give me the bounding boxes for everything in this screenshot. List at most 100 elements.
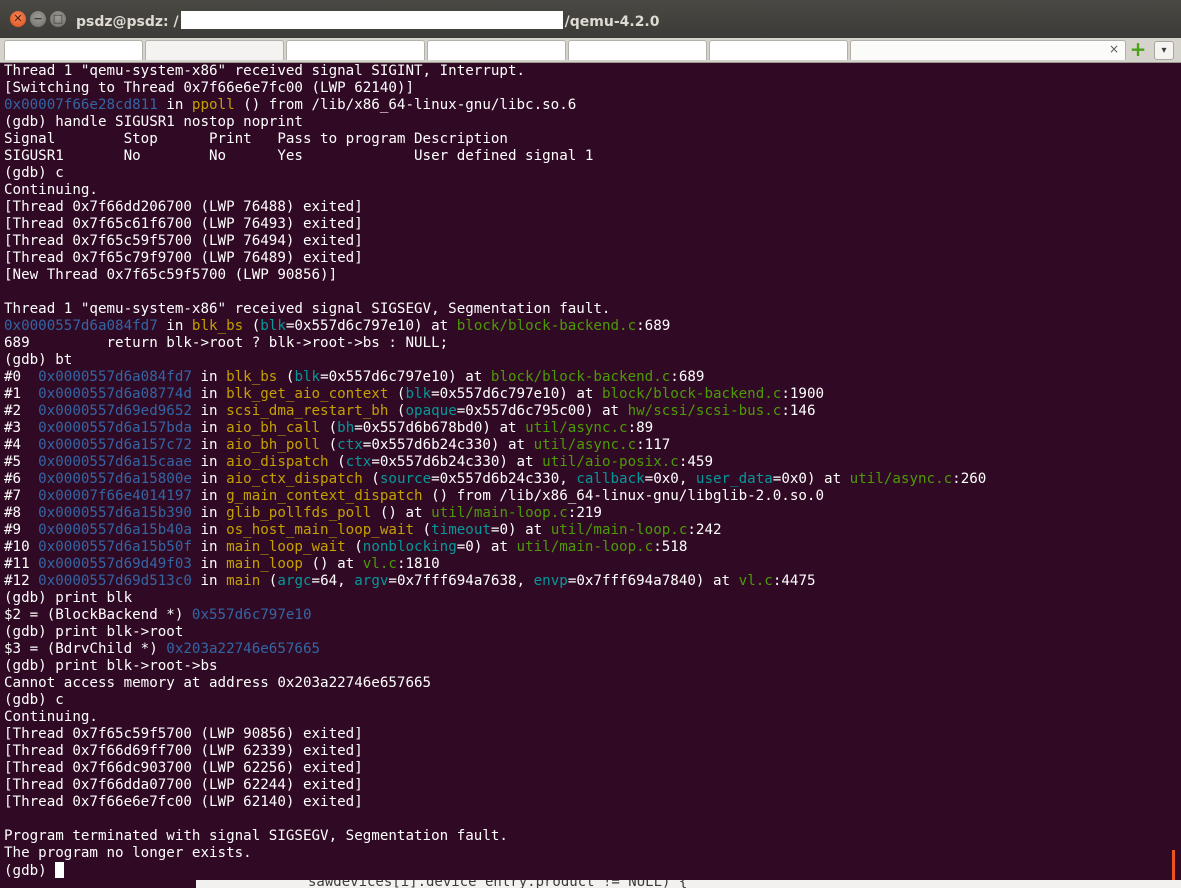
terminal-text-segment: main_loop_wait xyxy=(226,539,346,555)
terminal-text-segment: in xyxy=(191,471,227,487)
terminal-text-segment: Program terminated with signal SIGSEGV, … xyxy=(4,828,508,844)
terminal-line: [Thread 0x7f66e6e7fc00 (LWP 62140) exite… xyxy=(4,794,363,811)
terminal-text-segment: 0x0000557d6a157bda xyxy=(38,420,192,436)
terminal-tab-1[interactable] xyxy=(4,40,143,60)
terminal-text-segment: envp xyxy=(533,573,568,589)
terminal-output[interactable]: Thread 1 "qemu-system-x86" received sign… xyxy=(0,63,1181,888)
terminal-cursor xyxy=(55,862,65,878)
terminal-line: #10 0x0000557d6a15b50f in main_loop_wait… xyxy=(4,539,687,556)
terminal-tab-2[interactable] xyxy=(145,40,284,60)
terminal-text-segment: () at xyxy=(302,556,363,572)
terminal-line: 0x00007f66e28cd811 in ppoll () from /lib… xyxy=(4,97,576,114)
terminal-line: #4 0x0000557d6a157c72 in aio_bh_poll (ct… xyxy=(4,437,670,454)
terminal-text-segment: =0x7fff694a7840) at xyxy=(567,573,739,589)
terminal-line: #3 0x0000557d6a157bda in aio_bh_call (bh… xyxy=(4,420,653,437)
terminal-text-segment: vl.c xyxy=(362,556,397,572)
terminal-text-segment: (gdb) c xyxy=(4,692,64,708)
terminal-line: [Thread 0x7f66dd206700 (LWP 76488) exite… xyxy=(4,199,363,216)
terminal-text-segment: util/main-loop.c xyxy=(431,505,568,521)
terminal-tab-4[interactable] xyxy=(427,40,566,60)
terminal-line: #2 0x0000557d69ed9652 in scsi_dma_restar… xyxy=(4,403,816,420)
terminal-tab-active[interactable]: × xyxy=(850,40,1126,60)
terminal-text-segment: util/main-loop.c xyxy=(550,522,688,538)
terminal-text-segment: #6 xyxy=(4,471,39,487)
terminal-text-segment: :146 xyxy=(781,403,816,419)
terminal-line: Continuing. xyxy=(4,709,98,726)
terminal-text-segment: (gdb) xyxy=(4,863,56,879)
terminal-text-segment: g_main_context_dispatch xyxy=(226,488,423,504)
terminal-line: [Thread 0x7f65c59f5700 (LWP 76494) exite… xyxy=(4,233,363,250)
terminal-text-segment: =0x0) at xyxy=(772,471,850,487)
terminal-text-segment: () at xyxy=(371,505,432,521)
terminal-text-segment: (gdb) handle SIGUSR1 nostop noprint xyxy=(4,114,303,130)
terminal-text-segment: user_data xyxy=(695,471,773,487)
terminal-line: [Thread 0x7f66d69ff700 (LWP 62339) exite… xyxy=(4,743,363,760)
terminal-line: #7 0x00007f66e4014197 in g_main_context_… xyxy=(4,488,824,505)
terminal-text-segment: 0x0000557d6a084fd7 xyxy=(4,318,158,334)
terminal-text-segment: [Thread 0x7f65c79f9700 (LWP 76489) exite… xyxy=(4,250,363,266)
terminal-line: (gdb) xyxy=(4,862,65,879)
terminal-text-segment: in xyxy=(191,420,227,436)
terminal-text-segment: :219 xyxy=(567,505,602,521)
terminal-text-segment: ( xyxy=(320,420,338,436)
terminal-line: (gdb) print blk xyxy=(4,590,132,607)
terminal-text-segment: 0x0000557d6a15caae xyxy=(38,454,192,470)
terminal-text-segment: block/block-backend.c xyxy=(456,318,637,334)
tab-close-icon[interactable]: × xyxy=(1109,42,1119,56)
terminal-line: Thread 1 "qemu-system-x86" received sign… xyxy=(4,63,525,80)
terminal-text-segment: in xyxy=(157,318,192,334)
terminal-text-segment: blk xyxy=(405,386,432,402)
terminal-text-segment: os_host_main_loop_wait xyxy=(226,522,415,538)
terminal-text-segment: ( xyxy=(388,386,406,402)
terminal-text-segment: #7 xyxy=(4,488,39,504)
terminal-text-segment: Continuing. xyxy=(4,182,98,198)
terminal-text-segment: 0x0000557d6a15b50f xyxy=(38,539,192,555)
terminal-text-segment: Cannot access memory at address 0x203a22… xyxy=(4,675,432,691)
terminal-text-segment: aio_dispatch xyxy=(226,454,329,470)
terminal-text-segment: ( xyxy=(260,573,278,589)
terminal-text-segment: ( xyxy=(277,369,295,385)
tab-menu-chevron-down-icon[interactable]: ▾ xyxy=(1154,41,1174,60)
terminal-text-segment: util/async.c xyxy=(525,420,628,436)
terminal-text-segment: 0x0000557d6a15b40a xyxy=(38,522,192,538)
terminal-text-segment: blk_bs xyxy=(191,318,244,334)
terminal-text-segment: #9 xyxy=(4,522,39,538)
terminal-text-segment: ctx xyxy=(345,454,372,470)
terminal-tab-3[interactable] xyxy=(286,40,425,60)
minimize-window-icon[interactable]: − xyxy=(30,11,46,27)
terminal-line: #6 0x0000557d6a15800e in aio_ctx_dispatc… xyxy=(4,471,986,488)
terminal-text-segment: callback xyxy=(576,471,645,487)
title-bar[interactable]: ✕ − □ psdz@psdz: / /qemu-4.2.0 xyxy=(0,0,1181,38)
close-window-icon[interactable]: ✕ xyxy=(10,11,26,27)
terminal-tab-5[interactable] xyxy=(568,40,707,60)
background-editor-text: sawdevices[i].device_entry.product != NU… xyxy=(308,880,688,888)
terminal-line: #9 0x0000557d6a15b40a in os_host_main_lo… xyxy=(4,522,722,539)
terminal-text-segment: argv xyxy=(354,573,389,589)
new-tab-icon[interactable]: + xyxy=(1129,39,1147,59)
terminal-text-segment: ctx xyxy=(337,437,363,453)
terminal-text-segment: util/async.c xyxy=(849,471,953,487)
terminal-text-segment: ( xyxy=(345,539,363,555)
terminal-text-segment: 0x00007f66e28cd811 xyxy=(4,97,158,113)
terminal-text-segment: $2 = (BlockBackend *) xyxy=(4,607,192,623)
terminal-line: Thread 1 "qemu-system-x86" received sign… xyxy=(4,301,610,318)
terminal-text-segment: =0x0, xyxy=(644,471,696,487)
window-title: psdz@psdz: / /qemu-4.2.0 xyxy=(76,11,660,30)
terminal-line: #8 0x0000557d6a15b390 in glib_pollfds_po… xyxy=(4,505,602,522)
terminal-tab-6[interactable] xyxy=(709,40,848,60)
terminal-text-segment: in xyxy=(191,386,227,402)
terminal-line: [Switching to Thread 0x7f66e6e7fc00 (LWP… xyxy=(4,80,414,97)
terminal-text-segment: 0x00007f66e4014197 xyxy=(38,488,192,504)
terminal-text-segment: in xyxy=(157,97,192,113)
terminal-text-segment: [Thread 0x7f66e6e7fc00 (LWP 62140) exite… xyxy=(4,794,363,810)
terminal-text-segment: ( xyxy=(243,318,261,334)
terminal-text-segment: :89 xyxy=(627,420,654,436)
terminal-text-segment: :4475 xyxy=(772,573,816,589)
maximize-window-icon[interactable]: □ xyxy=(50,11,66,27)
terminal-text-segment: =0x7fff694a7638, xyxy=(388,573,534,589)
scroll-indicator[interactable] xyxy=(1172,850,1175,880)
terminal-line: [New Thread 0x7f65c59f5700 (LWP 90856)] xyxy=(4,267,337,284)
terminal-text-segment: () from /lib/x86_64-linux-gnu/libc.so.6 xyxy=(234,97,577,113)
terminal-text-segment: in xyxy=(191,369,227,385)
terminal-text-segment: 0x0000557d69d513c0 xyxy=(38,573,192,589)
